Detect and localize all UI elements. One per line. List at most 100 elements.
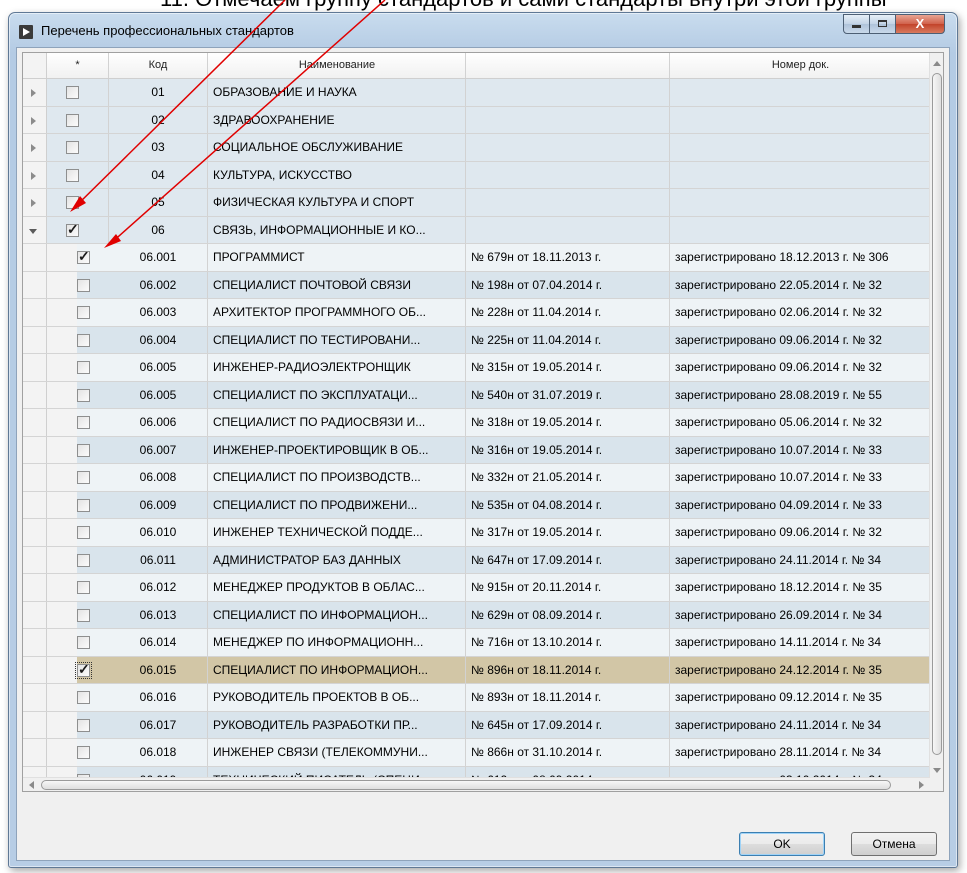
header-doc-column[interactable]	[466, 53, 670, 78]
expander-cell	[23, 326, 47, 353]
table-row[interactable]: 06.007 ИНЖЕНЕР-ПРОЕКТИРОВЩИК В ОБ... № 316…	[23, 436, 930, 464]
expander-cell[interactable]	[23, 161, 47, 188]
row-checkbox[interactable]	[77, 553, 90, 567]
group-checkbox[interactable]	[66, 141, 79, 154]
row-checkbox[interactable]	[77, 718, 90, 732]
group-checkbox[interactable]	[66, 168, 79, 182]
row-checkbox[interactable]	[77, 278, 90, 292]
cancel-button[interactable]: Отмена	[851, 832, 937, 856]
group-checkbox[interactable]	[66, 113, 79, 127]
doc-cell: № 225н от 11.04.2014 г.	[466, 326, 670, 353]
row-checkbox[interactable]	[77, 248, 90, 265]
row-checkbox[interactable]	[77, 608, 90, 622]
ok-button[interactable]: OK	[739, 832, 825, 856]
doc-cell	[466, 106, 670, 133]
group-checkbox[interactable]	[66, 196, 79, 209]
table-row[interactable]: 06.013 СПЕЦИАЛИСТ ПО ИНФОРМАЦИОН... № 629н…	[23, 601, 930, 629]
close-button[interactable]: X	[895, 14, 945, 34]
name-cell: СПЕЦИАЛИСТ ПО ЭКСПЛУАТАЦИ...	[208, 381, 466, 408]
number-cell: зарегистрировано 09.12.2014 г. № 35	[675, 690, 882, 704]
table-row[interactable]: 06.006 СПЕЦИАЛИСТ ПО РАДИОСВЯЗИ И... № 318…	[23, 409, 930, 437]
expand-arrow-icon[interactable]	[31, 199, 36, 207]
expander-cell[interactable]	[23, 216, 47, 243]
table-row[interactable]: 06.002 СПЕЦИАЛИСТ ПОЧТОВОЙ СВЯЗИ № 198н от…	[23, 271, 930, 299]
number-cell: зарегистрировано 14.11.2014 г. № 34	[675, 635, 882, 649]
expander-cell	[23, 574, 47, 601]
name-cell: ИНЖЕНЕР СВЯЗИ (ТЕЛЕКОММУНИ...	[208, 739, 466, 766]
indent-cell	[47, 574, 77, 601]
minimize-button[interactable]	[843, 14, 870, 34]
row-checkbox[interactable]	[77, 691, 90, 704]
table-row[interactable]: 06.015СПЕЦИАЛИСТ ПО ИНФОРМАЦИОН...№ 896н…	[23, 656, 930, 684]
table-row[interactable]: 06.011 АДМИНИСТРАТОР БАЗ ДАННЫХ № 647н от …	[23, 546, 930, 574]
expander-cell[interactable]	[23, 79, 47, 106]
scroll-down-icon[interactable]	[933, 768, 941, 773]
row-checkbox[interactable]	[75, 661, 92, 679]
table-row[interactable]: 06.003 АРХИТЕКТОР ПРОГРАММНОГО ОБ... № 228…	[23, 299, 930, 327]
expander-cell	[23, 711, 47, 738]
row-checkbox[interactable]	[77, 333, 90, 347]
header-number-column[interactable]: Номер док.	[670, 53, 930, 78]
expand-arrow-icon[interactable]	[31, 89, 36, 97]
expand-arrow-icon[interactable]	[31, 171, 36, 180]
scroll-up-icon[interactable]	[933, 61, 941, 66]
scroll-left-icon[interactable]	[29, 781, 34, 789]
standards-grid: * Код Наименование Номер док. 01 ОБРАЗОВА…	[22, 52, 944, 792]
expander-cell[interactable]	[23, 134, 47, 161]
row-checkbox[interactable]	[77, 526, 90, 539]
table-row[interactable]: 06.004 СПЕЦИАЛИСТ ПО ТЕСТИРОВАНИ... № 225н…	[23, 326, 930, 354]
table-row[interactable]: 06.005 СПЕЦИАЛИСТ ПО ЭКСПЛУАТАЦИ... № 540н…	[23, 381, 930, 409]
group-row[interactable]: 06СВЯЗЬ, ИНФОРМАЦИОННЫЕ И КО...	[23, 216, 930, 244]
horizontal-scroll-thumb[interactable]	[41, 780, 891, 790]
expander-cell[interactable]	[23, 189, 47, 216]
doc-cell: № 332н от 21.05.2014 г.	[466, 464, 670, 491]
table-row[interactable]: 06.014 МЕНЕДЖЕР ПО ИНФОРМАЦИОНН... № 716н …	[23, 629, 930, 657]
table-row[interactable]: 06.016 РУКОВОДИТЕЛЬ ПРОЕКТОВ В ОБ... № 893…	[23, 684, 930, 712]
table-row[interactable]: 06.001ПРОГРАММИСТ№ 679н от 18.11.2013 г.…	[23, 244, 930, 272]
code-cell: 06.001	[109, 244, 208, 271]
expand-arrow-icon[interactable]	[31, 144, 36, 152]
maximize-button[interactable]	[869, 14, 896, 34]
header-check-column[interactable]: *	[47, 53, 109, 78]
table-row[interactable]: 06.005 ИНЖЕНЕР-РАДИОЭЛЕКТРОНЩИК № 315н от …	[23, 354, 930, 382]
row-checkbox[interactable]	[77, 471, 90, 484]
row-checkbox[interactable]	[77, 746, 90, 759]
table-row[interactable]: 06.008 СПЕЦИАЛИСТ ПО ПРОИЗВОДСТВ... № 332н…	[23, 464, 930, 492]
group-checkbox[interactable]	[66, 86, 79, 99]
row-checkbox[interactable]	[77, 443, 90, 457]
doc-cell: № 915н от 20.11.2014 г.	[466, 574, 670, 601]
horizontal-scrollbar[interactable]	[23, 777, 930, 791]
table-row[interactable]: 06.017 РУКОВОДИТЕЛЬ РАЗРАБОТКИ ПР... № 645…	[23, 711, 930, 739]
header-name-column[interactable]: Наименование	[208, 53, 466, 78]
vertical-scroll-thumb[interactable]	[932, 73, 942, 755]
group-row[interactable]: 05 ФИЗИЧЕСКАЯ КУЛЬТУРА И СПОРТ	[23, 189, 930, 217]
group-row[interactable]: 01 ОБРАЗОВАНИЕ И НАУКА	[23, 79, 930, 107]
indent-cell	[47, 491, 77, 518]
row-checkbox[interactable]	[77, 498, 90, 512]
scroll-right-icon[interactable]	[919, 781, 924, 789]
name-cell: СОЦИАЛЬНОЕ ОБСЛУЖИВАНИЕ	[208, 134, 466, 161]
group-row[interactable]: 02 ЗДРАВООХРАНЕНИЕ	[23, 106, 930, 134]
table-row[interactable]: 06.009 СПЕЦИАЛИСТ ПО ПРОДВИЖЕНИ... № 535н …	[23, 491, 930, 519]
table-row[interactable]: 06.012 МЕНЕДЖЕР ПРОДУКТОВ В ОБЛАС... № 915…	[23, 574, 930, 602]
row-checkbox[interactable]	[77, 416, 90, 429]
title-bar[interactable]: Перечень профессиональных стандартов	[9, 13, 957, 47]
table-row[interactable]: 06.010 ИНЖЕНЕР ТЕХНИЧЕСКОЙ ПОДДЕ... № 317н…	[23, 519, 930, 547]
header-code-column[interactable]: Код	[109, 53, 208, 78]
row-checkbox[interactable]	[77, 581, 90, 594]
group-row[interactable]: 04 КУЛЬТУРА, ИСКУССТВО	[23, 161, 930, 189]
code-cell: 05	[109, 189, 208, 216]
vertical-scrollbar[interactable]	[929, 53, 943, 791]
group-row[interactable]: 03 СОЦИАЛЬНОЕ ОБСЛУЖИВАНИЕ	[23, 134, 930, 162]
expander-cell[interactable]	[23, 106, 47, 133]
group-checkbox[interactable]	[66, 221, 79, 238]
expander-cell	[23, 409, 47, 436]
row-checkbox[interactable]	[77, 388, 90, 402]
expand-arrow-icon[interactable]	[31, 116, 36, 125]
collapse-arrow-icon[interactable]	[29, 228, 37, 234]
row-checkbox[interactable]	[77, 361, 90, 374]
row-checkbox[interactable]	[77, 636, 90, 649]
name-cell: СПЕЦИАЛИСТ ПО ПРОДВИЖЕНИ...	[208, 491, 466, 518]
table-row[interactable]: 06.018 ИНЖЕНЕР СВЯЗИ (ТЕЛЕКОММУНИ... № 866…	[23, 739, 930, 767]
row-checkbox[interactable]	[77, 306, 90, 319]
